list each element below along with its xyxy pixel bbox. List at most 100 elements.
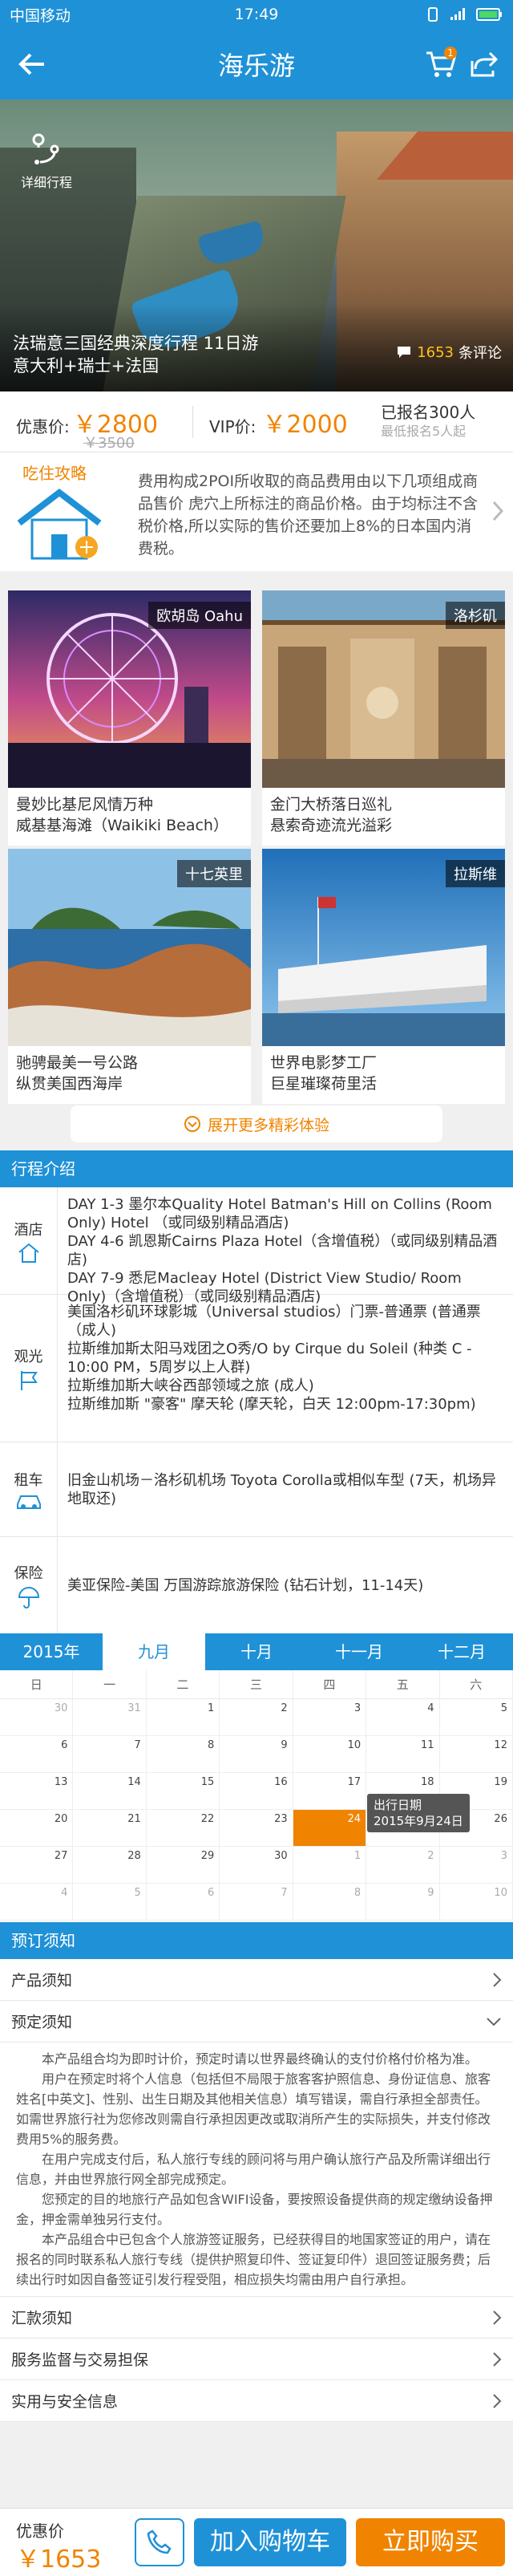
calendar-day[interactable]: 21 — [73, 1810, 147, 1847]
phone-icon — [147, 2529, 172, 2554]
calendar-day[interactable]: 29 — [146, 1847, 220, 1884]
show-more-button[interactable]: 展开更多精彩体验 — [71, 1105, 442, 1142]
calendar-day[interactable]: 3 — [293, 1699, 367, 1736]
detail-itinerary-label: 详细行程 — [20, 175, 72, 190]
carrier-label: 中国移动 — [10, 6, 71, 25]
calendar-day[interactable]: 3 — [439, 1847, 513, 1884]
tab-october[interactable]: 十月 — [205, 1633, 308, 1670]
booking-notes: 预订须知 产品须知 预定须知 本产品组合均为即时计价，预定时请以世界最终确认的支… — [0, 1922, 513, 2422]
notes-item-product[interactable]: 产品须知 — [0, 1959, 513, 2001]
status-bar: 中国移动 17:49 — [0, 0, 513, 29]
calendar-day[interactable]: 20 — [0, 1810, 74, 1847]
card-caption: 驰骋最美一号公路 纵贯美国西海岸 — [16, 1054, 139, 1093]
itinerary-row-insurance: 保险 美亚保险-美国 万国游踪旅游保险 (钻石计划，11-14天) — [0, 1537, 513, 1633]
home-icon — [18, 1243, 39, 1263]
calendar-day[interactable]: 11 — [366, 1736, 440, 1773]
page-title: 海乐游 — [217, 51, 295, 81]
add-to-cart-button[interactable]: 加入购物车 — [194, 2518, 346, 2566]
notes-item-safety[interactable]: 实用与安全信息 — [0, 2380, 513, 2422]
calendar-day[interactable]: 9 — [220, 1736, 293, 1773]
calendar-day[interactable]: 5 — [439, 1699, 513, 1736]
experience-card-los-angeles[interactable]: 洛杉矶 金门大桥落日巡礼 悬索奇迹流光溢彩 — [262, 590, 505, 846]
notes-item-remittance[interactable]: 汇款须知 — [0, 2297, 513, 2339]
calendar-day[interactable]: 27 — [0, 1847, 74, 1884]
notes-item-booking[interactable]: 预定须知 — [0, 2001, 513, 2043]
calendar-day[interactable]: 6 — [146, 1884, 220, 1921]
call-button[interactable] — [135, 2518, 184, 2566]
signup-info: 已报名300人 最低报名5人起 — [381, 402, 476, 439]
back-button[interactable] — [11, 43, 53, 85]
clock: 17:49 — [234, 6, 279, 23]
hotel-label: 酒店 — [14, 1221, 43, 1239]
card-caption: 世界电影梦工厂 巨星璀璨荷里活 — [270, 1054, 378, 1093]
calendar-day[interactable]: 7 — [73, 1736, 147, 1773]
calendar-day[interactable]: 23 — [220, 1810, 293, 1847]
card-caption: 金门大桥落日巡礼 悬索奇迹流光溢彩 — [270, 796, 393, 834]
cart-button[interactable]: 1 — [420, 43, 462, 85]
calendar-day[interactable]: 16 — [220, 1773, 293, 1810]
calendar-day[interactable]: 14 — [73, 1773, 147, 1810]
departure-calendar: 2015年 九月 十月 十一月 十二月 日 一 二 三 四 五 六 30 31 1 2… — [0, 1633, 513, 1922]
calendar-day[interactable]: 4 — [366, 1699, 440, 1736]
calendar-day[interactable]: 24 — [293, 1810, 367, 1847]
calendar-day[interactable]: 31 — [73, 1699, 147, 1736]
experience-card-17-mile[interactable]: 十七英里 驰骋最美一号公路 纵贯美国西海岸 — [8, 849, 251, 1104]
calendar-day[interactable]: 6 — [0, 1736, 74, 1773]
status-icons — [343, 6, 503, 22]
buy-now-button[interactable]: 立即购买 — [356, 2518, 505, 2566]
share-icon — [471, 51, 498, 77]
calendar-day[interactable]: 15 — [146, 1773, 220, 1810]
calendar-day[interactable]: 12 — [439, 1736, 513, 1773]
experience-card-las-vegas[interactable]: 拉斯维 世界电影梦工厂 巨星璀璨荷里活 — [262, 849, 505, 1104]
experience-grid: 欧胡岛 Oahu 曼妙比基尼风情万种 威基基海滩（Waikiki Beach） 洛… — [0, 571, 513, 1104]
calendar-day[interactable]: 8 — [293, 1884, 367, 1921]
reviews-link[interactable]: 1653 条评论 — [396, 342, 502, 363]
calendar-day[interactable]: 1 — [146, 1699, 220, 1736]
calendar-day[interactable]: 4 — [0, 1884, 74, 1921]
chevron-right-icon — [492, 501, 503, 521]
calendar-day[interactable]: 30 — [0, 1699, 74, 1736]
tab-november[interactable]: 十一月 — [308, 1633, 410, 1670]
calendar-day[interactable]: 28 — [73, 1847, 147, 1884]
nav-bar: 海乐游 1 — [0, 29, 513, 99]
calendar-day[interactable]: 9 — [366, 1884, 440, 1921]
car-icon — [16, 1495, 41, 1509]
calendar-day[interactable]: 5 — [73, 1884, 147, 1921]
tab-september[interactable]: 九月 — [103, 1633, 205, 1670]
food-lodging-guide[interactable]: 吃住攻略 费用构成2POI所收取的商品费用由以下几项组成商品售价 虎穴上所标注的… — [0, 452, 513, 571]
month-tabs: 2015年 九月 十月 十一月 十二月 — [0, 1633, 513, 1670]
itinerary-table: 酒店 DAY 1-3 墨尔本Quality Hotel Batman's Hil… — [0, 1187, 513, 1633]
calendar-day[interactable]: 10 — [439, 1884, 513, 1921]
hero-image: 详细行程 法瑞意三国经典深度行程 11日游 意大利+瑞士+法国 1653 条评论 — [0, 99, 513, 391]
notes-item-service[interactable]: 服务监督与交易担保 — [0, 2339, 513, 2380]
battery-icon — [476, 8, 502, 21]
detail-itinerary-button[interactable]: 详细行程 — [18, 132, 75, 191]
card-location-tag: 十七英里 — [177, 860, 251, 887]
card-location-tag: 欧胡岛 Oahu — [148, 602, 251, 629]
flag-icon — [20, 1370, 38, 1390]
car-label: 租车 — [14, 1471, 43, 1489]
guide-logo: 吃住攻略 — [0, 452, 119, 571]
calendar-day[interactable]: 1 — [293, 1847, 367, 1884]
review-count: 1653 — [417, 343, 454, 361]
calendar-day[interactable]: 13 — [0, 1773, 74, 1810]
calendar-day[interactable]: 7 — [220, 1884, 293, 1921]
booking-notes-header: 预订须知 — [0, 1922, 513, 1959]
experience-card-oahu[interactable]: 欧胡岛 Oahu 曼妙比基尼风情万种 威基基海滩（Waikiki Beach） — [8, 590, 251, 846]
arrow-left-icon — [18, 53, 44, 75]
guide-text: 费用构成2POI所收取的商品费用由以下几项组成商品售价 虎穴上所标注的商品价格。… — [138, 473, 479, 558]
calendar-day[interactable]: 8 — [146, 1736, 220, 1773]
share-button[interactable] — [463, 43, 505, 85]
tab-december[interactable]: 十二月 — [410, 1633, 513, 1670]
chevron-down-icon — [487, 2017, 501, 2026]
departure-tooltip: 出行日期 2015年9月24日 — [367, 1794, 470, 1832]
calendar-day[interactable]: 30 — [220, 1847, 293, 1884]
calendar-day[interactable]: 2 — [220, 1699, 293, 1736]
chevron-down-circle-icon — [184, 1116, 200, 1132]
calendar-day[interactable]: 22 — [146, 1810, 220, 1847]
booking-notes-text: 本产品组合均为即时计价，预定时请以世界最终确认的支付价格付价格为准。 用户在预定… — [0, 2043, 513, 2297]
calendar-day[interactable]: 2 — [366, 1847, 440, 1884]
itinerary-row-hotel: 酒店 DAY 1-3 墨尔本Quality Hotel Batman's Hil… — [0, 1187, 513, 1305]
calendar-day[interactable]: 10 — [293, 1736, 367, 1773]
calendar-day[interactable]: 17 — [293, 1773, 367, 1810]
